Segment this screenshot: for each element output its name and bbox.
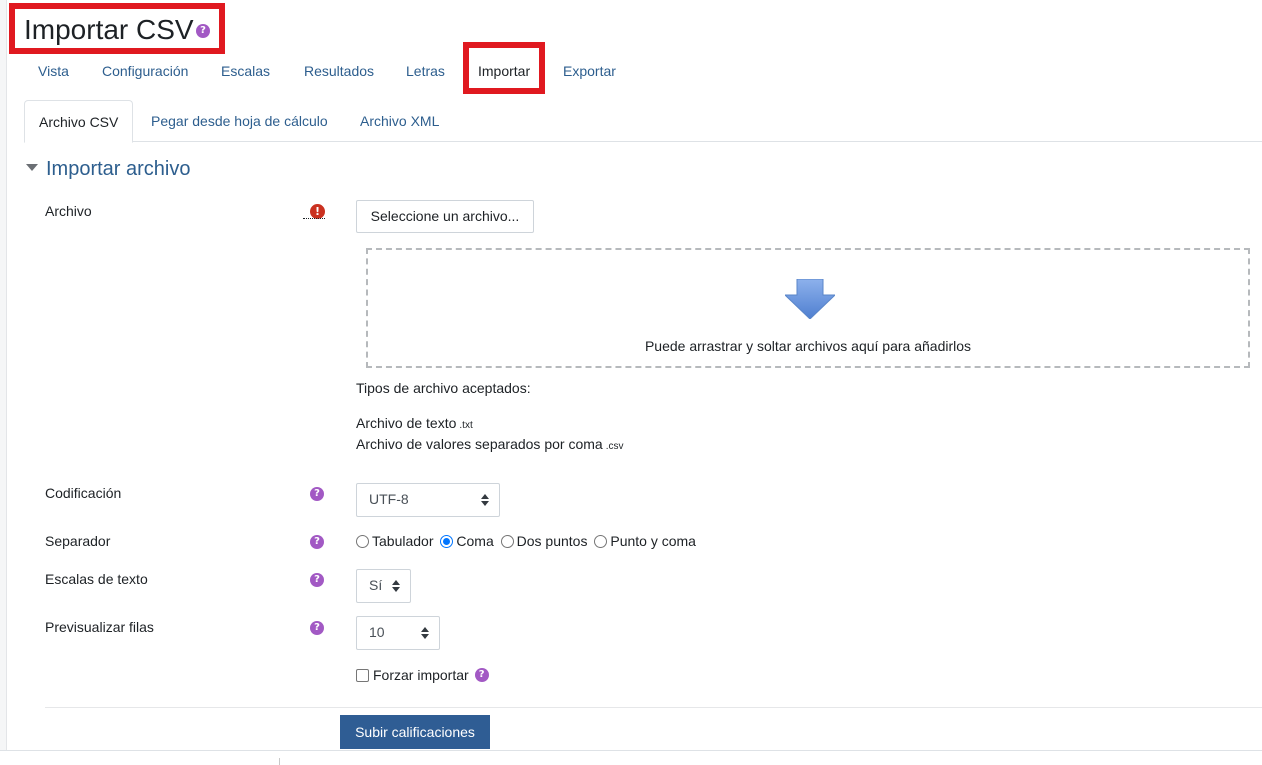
arrow-down-icon [783, 278, 837, 320]
radio-label: Coma [456, 533, 494, 549]
separator-help-icon[interactable]: ? [310, 535, 324, 549]
text-scales-label: Escalas de texto [45, 571, 148, 587]
caret-down-icon [26, 164, 38, 172]
select-arrows-icon [421, 627, 429, 639]
nav-configuracion[interactable]: Configuración [102, 63, 188, 79]
encoding-help-icon[interactable]: ? [310, 487, 324, 501]
footer-edge [0, 750, 1262, 765]
radio-button[interactable] [500, 534, 514, 548]
dropzone-text: Puede arrastrar y soltar archivos aquí p… [644, 338, 972, 354]
force-import-label: Forzar importar [373, 667, 469, 683]
encoding-label: Codificación [45, 485, 122, 501]
radio-button[interactable] [594, 534, 608, 548]
import-tabs: Archivo CSV Pegar desde hoja de cálculo … [24, 100, 1262, 143]
exclamation-circle-icon: ! [310, 204, 325, 219]
required-underline [303, 218, 325, 219]
upload-grades-button[interactable]: Subir calificaciones [340, 715, 490, 749]
nav-vista[interactable]: Vista [38, 63, 69, 79]
separator-radio-group: Tabulador Coma Dos puntos Punto y coma [356, 533, 699, 551]
radio-button[interactable] [356, 534, 369, 548]
title-help-icon[interactable]: ? [196, 24, 210, 38]
form-divider [45, 707, 1262, 708]
nav-importar-highlight-box [463, 42, 545, 94]
accepted-type-ext: .txt [459, 420, 473, 431]
section-toggle[interactable]: Importar archivo [26, 158, 191, 181]
accepted-type-ext: .csv [605, 441, 624, 452]
nav-exportar[interactable]: Exportar [563, 63, 616, 79]
radio-label: Dos puntos [516, 533, 588, 549]
section-title: Importar archivo [46, 158, 191, 180]
encoding-select-value: UTF-8 [369, 491, 409, 507]
encoding-select[interactable]: UTF-8 [356, 483, 500, 517]
text-scales-select[interactable]: Sí [356, 569, 411, 603]
preview-rows-select-value: 10 [369, 624, 385, 640]
radio-label: Punto y coma [610, 533, 696, 549]
preview-rows-select[interactable]: 10 [356, 616, 440, 650]
separator-option-coma[interactable]: Coma [440, 533, 494, 549]
choose-file-button[interactable]: Seleccione un archivo... [356, 200, 534, 233]
force-import-checkbox[interactable] [356, 668, 369, 682]
select-arrows-icon [481, 494, 489, 506]
left-sidebar-edge [0, 0, 7, 750]
file-dropzone[interactable]: Puede arrastrar y soltar archivos aquí p… [366, 248, 1250, 368]
page-title: Importar CSV [24, 14, 194, 45]
text-scales-select-value: Sí [369, 577, 383, 593]
preview-rows-help-icon[interactable]: ? [310, 621, 324, 635]
select-arrows-icon [392, 580, 400, 592]
preview-rows-label: Previsualizar filas [45, 619, 154, 635]
tab-pegar-hoja-calculo[interactable]: Pegar desde hoja de cálculo [137, 100, 342, 142]
accepted-type-item: Archivo de valores separados por coma .cs… [356, 436, 623, 452]
force-import-help-icon[interactable]: ? [474, 668, 489, 682]
footer-divider [279, 758, 280, 765]
tab-archivo-csv[interactable]: Archivo CSV [24, 100, 134, 143]
accepted-type-item: Archivo de texto .txt [356, 415, 473, 431]
separator-option-dos-puntos[interactable]: Dos puntos [500, 533, 588, 549]
accepted-type-name: Archivo de valores separados por coma [356, 436, 603, 452]
text-scales-help-icon[interactable]: ? [310, 573, 324, 587]
separator-option-tabulador[interactable]: Tabulador [356, 533, 434, 549]
tab-archivo-xml[interactable]: Archivo XML [346, 100, 453, 142]
radio-label: Tabulador [372, 533, 434, 549]
file-label: Archivo [45, 203, 92, 219]
accepted-type-name: Archivo de texto [356, 415, 457, 431]
nav-letras[interactable]: Letras [406, 63, 445, 79]
nav-escalas[interactable]: Escalas [221, 63, 270, 79]
separator-option-punto-y-coma[interactable]: Punto y coma [594, 533, 696, 549]
separator-label: Separador [45, 533, 111, 549]
force-import-row: Forzar importar ? [356, 667, 489, 683]
radio-button[interactable] [440, 534, 454, 548]
accepted-types-title: Tipos de archivo aceptados: [356, 380, 531, 396]
nav-resultados[interactable]: Resultados [304, 63, 374, 79]
